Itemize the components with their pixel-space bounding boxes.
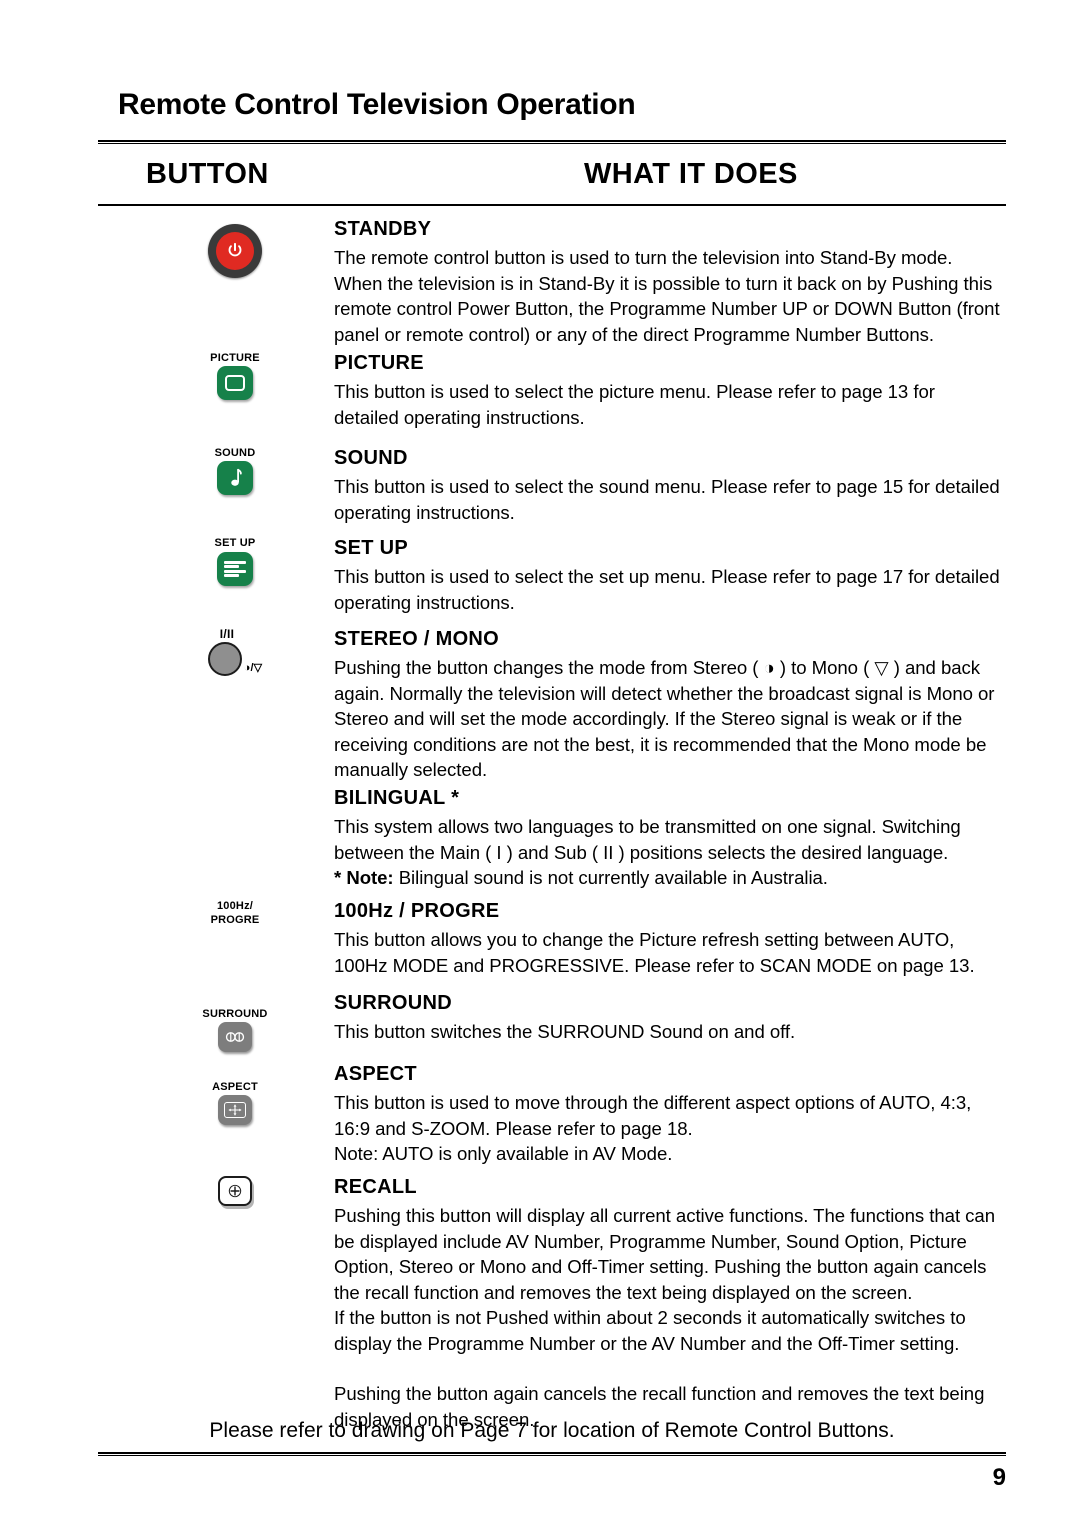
aspect-body-line3: Note: AUTO is only available in AV Mode. [334, 1143, 673, 1164]
stereo-body-pre: Pushing the button changes the mode from… [334, 657, 764, 678]
stereo-mono-knob [207, 642, 242, 676]
aspect-frame-icon [224, 1102, 246, 1118]
recall-button-icon[interactable] [218, 1176, 252, 1206]
section-title-standby: STANDBY [334, 218, 432, 240]
section-title-aspect: ASPECT [334, 1063, 417, 1085]
section-title-setup: SET UP [334, 537, 409, 559]
section-body-surround: This button switches the SURROUND Sound … [334, 1021, 796, 1042]
text-cell-standby: STANDBY The remote control button is use… [334, 218, 1004, 347]
surround-button-caption: SURROUND [202, 1008, 268, 1020]
aspect-button-body [218, 1095, 252, 1125]
screen-glyph-icon [225, 375, 245, 391]
column-headers: BUTTON WHAT IT DOES [98, 158, 1006, 200]
section-body-stereo-mono: Pushing the button changes the mode from… [334, 655, 1004, 783]
stereo-mono-caption: I/II [219, 627, 235, 641]
page-title: Remote Control Television Operation [118, 88, 636, 121]
note-label: Note: [346, 867, 394, 888]
section-title-bilingual: BILINGUAL * [334, 787, 460, 809]
sound-button-body [217, 461, 253, 495]
section-body-aspect: This button is used to move through the … [334, 1090, 1004, 1167]
surround-waves-icon [225, 1032, 245, 1042]
icon-cell-aspect: ASPECT [150, 1081, 320, 1125]
aspect-button-caption: ASPECT [212, 1081, 258, 1093]
stereo-symbol-icon: ◑ [763, 657, 775, 678]
icon-cell-standby [150, 224, 320, 278]
surround-button-body [218, 1022, 252, 1052]
text-cell-surround: SURROUND This button switches the SURROU… [334, 992, 1004, 1045]
section-body-bilingual: This system allows two languages to be t… [334, 816, 961, 863]
icon-cell-setup: SET UP [150, 537, 320, 586]
section-body-standby: The remote control button is used to tur… [334, 247, 1000, 345]
page-number: 9 [992, 1464, 1006, 1491]
progressive-button-caption-line2: PROGRE [210, 914, 260, 926]
icon-cell-picture: PICTURE [150, 352, 320, 400]
section-title-picture: PICTURE [334, 352, 424, 374]
icon-cell-surround: SURROUND [150, 1008, 320, 1052]
header-divider-bottom [98, 204, 1006, 206]
setup-button-caption: SET UP [214, 537, 256, 549]
progressive-button-caption-line1: 100Hz/ [216, 900, 254, 912]
icon-cell-recall [150, 1176, 320, 1206]
section-title-100hz-progre: 100Hz / PROGRE [334, 900, 500, 922]
four-arrows-icon [228, 1104, 242, 1116]
section-title-stereo-mono: STEREO / MONO [334, 628, 500, 650]
setup-button-icon[interactable] [217, 552, 253, 586]
text-cell-picture: PICTURE This button is used to select th… [334, 352, 1004, 430]
icon-cell-stereo-mono: I/II ◑/▽ [150, 628, 320, 676]
standby-red-core [216, 232, 254, 270]
recall-button-body [218, 1176, 252, 1206]
setup-button-body [217, 552, 253, 586]
menu-lines-icon [224, 561, 246, 577]
picture-button-body [217, 366, 253, 400]
section-body-100hz-progre: This button allows you to change the Pic… [334, 929, 975, 976]
text-cell-sound: SOUND This button is used to select the … [334, 447, 1004, 525]
footer-note: Please refer to drawing on Page 7 for lo… [209, 1419, 895, 1442]
stereo-mono-button-icon[interactable]: ◑/▽ [150, 642, 320, 676]
icon-cell-sound: SOUND [150, 447, 320, 495]
picture-button-caption: PICTURE [210, 352, 260, 364]
stereo-body-mid: ) to Mono ( [774, 657, 875, 678]
mono-symbol-icon: ▽ [874, 657, 889, 678]
section-note-bilingual: * Note: Bilingual sound is not currently… [334, 865, 1004, 891]
footer-divider [98, 1452, 1006, 1456]
aspect-button-icon[interactable] [218, 1095, 252, 1125]
sound-button-caption: SOUND [214, 447, 256, 459]
sound-button-icon[interactable] [217, 461, 253, 495]
text-cell-aspect: ASPECT This button is used to move throu… [334, 1063, 1004, 1167]
picture-button-icon[interactable] [217, 366, 253, 400]
standby-bezel [208, 224, 262, 278]
column-header-what-it-does: WHAT IT DOES [584, 158, 798, 190]
column-header-button: BUTTON [146, 158, 269, 190]
section-body-setup: This button is used to select the set up… [334, 566, 1000, 613]
section-body-recall-1: Pushing this button will display all cur… [334, 1205, 996, 1303]
section-title-surround: SURROUND [334, 992, 452, 1014]
power-symbol-icon [228, 242, 242, 257]
surround-button-icon[interactable] [218, 1022, 252, 1052]
manual-page: Remote Control Television Operation BUTT… [0, 0, 1080, 1528]
text-cell-stereo-mono: STEREO / MONO Pushing the button changes… [334, 628, 1004, 783]
section-title-recall: RECALL [334, 1176, 417, 1198]
plus-in-circle-icon [228, 1184, 242, 1198]
text-cell-recall: RECALL Pushing this button will display … [334, 1176, 1004, 1432]
aspect-body-line2: 16:9 and S-ZOOM. Please refer to page 18… [334, 1117, 693, 1139]
aspect-body-line1: This button is used to move through the … [334, 1092, 972, 1113]
section-body-sound: This button is used to select the sound … [334, 476, 1000, 523]
text-cell-bilingual: BILINGUAL * This system allows two langu… [334, 787, 1004, 891]
text-cell-setup: SET UP This button is used to select the… [334, 537, 1004, 615]
section-body-recall-2: If the button is not Pushed within about… [334, 1307, 966, 1354]
section-body-picture: This button is used to select the pictur… [334, 381, 935, 428]
section-title-sound: SOUND [334, 447, 408, 469]
text-cell-100hz-progre: 100Hz / PROGRE This button allows you to… [334, 900, 1004, 978]
stereo-mono-sublabel: ◑/▽ [243, 662, 263, 674]
note-marker: * [334, 867, 347, 888]
power-button-icon[interactable] [208, 224, 262, 278]
note-text: Bilingual sound is not currently availab… [393, 867, 828, 888]
icon-cell-100hz-progre: 100Hz/ PROGRE [150, 900, 320, 946]
music-note-icon [231, 468, 242, 486]
header-divider-top [98, 140, 1006, 144]
